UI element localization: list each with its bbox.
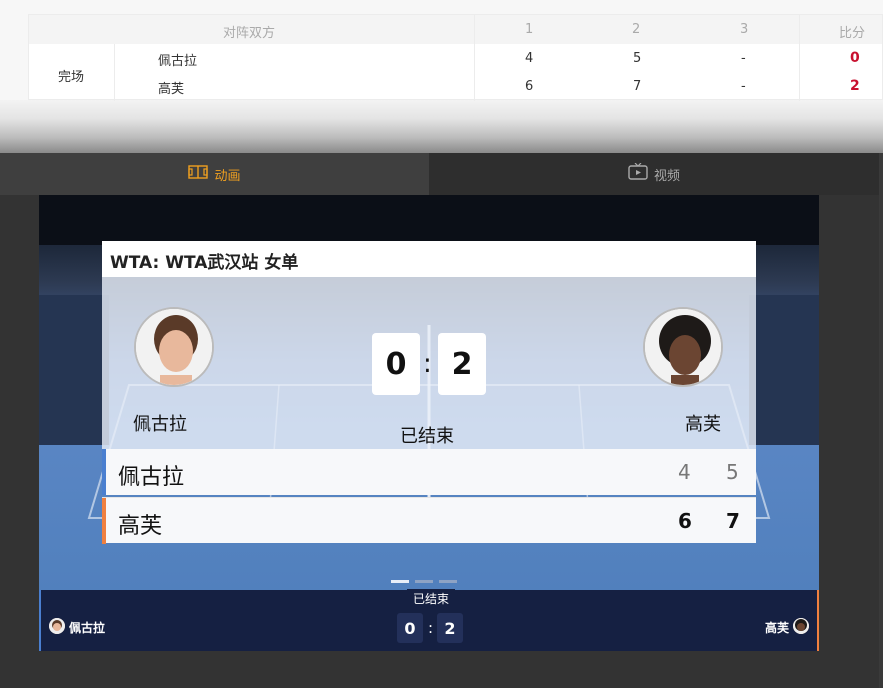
header-set-2: 2 (632, 22, 641, 37)
home-row-name: 佩古拉 (118, 465, 185, 490)
table-cell: 5 (633, 51, 642, 66)
table-cell: 4 (525, 51, 534, 66)
competition-title: WTA: WTA武汉站 女单 (102, 241, 756, 277)
carousel-indicator (391, 568, 463, 587)
set-score: 5 (726, 460, 739, 484)
score-separator: : (423, 349, 432, 379)
avatar (134, 307, 214, 387)
match-status: 已结束 (407, 589, 456, 608)
view-tabs: 动画 视频 (0, 153, 879, 195)
header-set-1: 1 (525, 22, 534, 37)
home-player-name: 佩古拉 (69, 621, 106, 635)
away-row-name: 高芙 (118, 514, 163, 539)
match-status: 完场 (58, 70, 85, 85)
carousel-dot[interactable] (391, 580, 409, 583)
away-color-bar (102, 498, 106, 544)
tab-label: 动画 (214, 168, 241, 184)
table-row-name: 高芙 (158, 82, 185, 97)
tab-label: 视频 (653, 168, 680, 184)
set-score: 4 (678, 460, 691, 484)
scrollbar-track (879, 153, 883, 688)
tab-video[interactable]: 视频 (429, 153, 879, 195)
away-player-name: 高芙 (765, 621, 790, 635)
divider (799, 15, 800, 101)
away-score: 2 (437, 613, 463, 643)
divider-shadow (0, 100, 883, 153)
home-color-bar (102, 449, 106, 495)
divider (474, 15, 475, 101)
table-row-name: 佩古拉 (158, 54, 198, 69)
home-score: 0 (372, 333, 420, 395)
match-card: WTA: WTA武汉站 女单 佩古拉 高芙 0 2 : 已结束 佩古拉 4 5 … (102, 241, 756, 545)
home-player-name: 佩古拉 (133, 414, 187, 435)
set-score: 6 (678, 509, 692, 533)
home-score: 0 (397, 613, 423, 643)
animation-stage: WTA: WTA武汉站 女单 佩古拉 高芙 0 2 : 已结束 佩古拉 4 5 … (39, 195, 819, 590)
table-cell: - (741, 79, 746, 94)
list-item: 佩古拉 4 5 (102, 449, 756, 495)
court-icon (188, 165, 209, 183)
avatar (49, 618, 65, 634)
table-cell: 6 (525, 79, 534, 94)
score-separator: : (428, 619, 434, 637)
score-table-area: 对阵双方 1 2 3 比分 完场 佩古拉 4 5 - 0 高芙 6 7 - 2 (0, 0, 883, 153)
divider (114, 44, 115, 101)
header-total: 比分 (839, 26, 866, 41)
away-score: 2 (438, 333, 486, 395)
table-cell: 7 (633, 79, 642, 94)
table-header (29, 15, 882, 44)
avatar (643, 307, 723, 387)
away-player-name: 高芙 (685, 414, 721, 435)
table-cell: - (741, 51, 746, 66)
match-status: 已结束 (400, 426, 454, 447)
set-score: 7 (726, 509, 740, 533)
tab-animation[interactable]: 动画 (0, 153, 429, 195)
list-item: 高芙 6 7 (102, 497, 756, 544)
total-score: 2 (850, 78, 860, 94)
header-set-3: 3 (740, 22, 749, 37)
avatar (793, 618, 809, 634)
carousel-dot[interactable] (415, 580, 433, 583)
header-matchup: 对阵双方 (223, 26, 276, 41)
carousel-dot[interactable] (439, 580, 457, 583)
tv-icon (628, 162, 648, 185)
mini-scoreboard: 已结束 佩古拉 0 : 2 高芙 (39, 589, 819, 651)
total-score: 0 (850, 50, 860, 66)
score-table: 对阵双方 1 2 3 比分 完场 佩古拉 4 5 - 0 高芙 6 7 - 2 (28, 14, 883, 101)
score-panel: 佩古拉 高芙 0 2 : 已结束 (102, 277, 756, 449)
